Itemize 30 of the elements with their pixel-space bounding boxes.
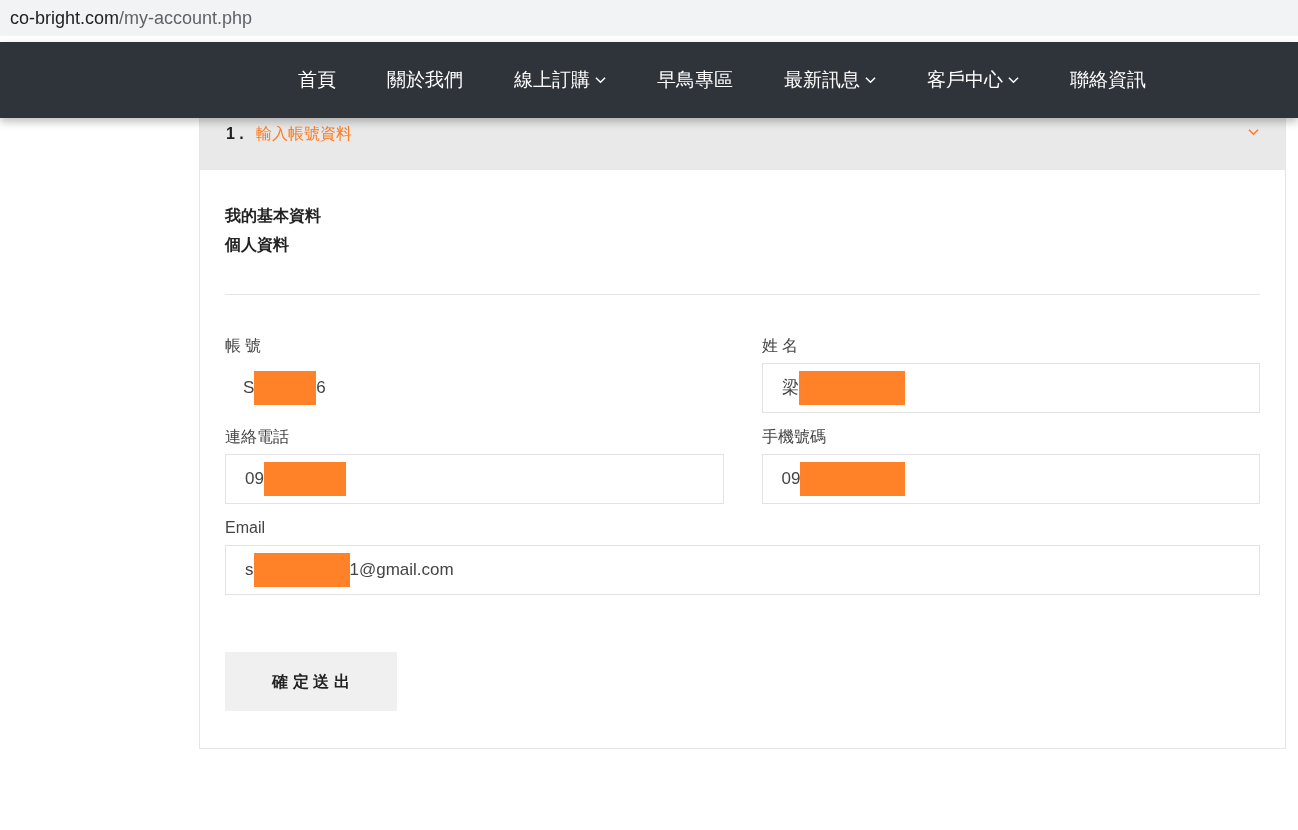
section-title: 輸入帳號資料 [255,124,352,144]
field-value: 梁 [781,377,799,400]
nav-link[interactable]: 早鳥專區 [657,65,733,95]
nav-link[interactable]: 客戶中心 [927,65,1019,95]
field-value: s [245,559,254,582]
input-field[interactable]: 梁 [761,363,1260,413]
field-label: 連絡電話 [225,427,290,447]
input-field[interactable]: 09 [225,454,724,504]
field-label: 手機號碼 [761,427,827,447]
field-value: S [243,377,255,400]
field-value: 6 [316,377,326,400]
url-text[interactable]: co-bright.com/my-account.php [10,4,253,32]
field-label: 姓 名 [761,336,799,356]
nav-link[interactable]: 關於我們 [387,65,463,95]
field-value: 09 [245,468,264,491]
nav-link[interactable]: 聯絡資訊 [1070,65,1146,95]
field-value: 1@gmail.com [349,559,454,582]
nav-link[interactable]: 線上訂購 [514,65,606,95]
submit-button[interactable]: 確 定 送 出 [225,652,397,711]
nav-link[interactable]: 首頁 [298,65,336,95]
nav-link[interactable]: 最新訊息 [784,65,876,95]
subheading: 我的基本資料 [225,206,322,226]
field-label: Email [225,518,266,538]
step-number: 1 . [226,124,244,144]
field-label: 帳 號 [225,336,263,356]
section-header[interactable]: 1 . 輸入帳號資料 [200,118,1285,170]
input-field[interactable]: 09 [761,454,1260,504]
subheading: 個人資料 [225,235,290,255]
input-field[interactable]: s 1@gmail.com [225,545,1260,595]
field-value: 09 [781,468,801,491]
